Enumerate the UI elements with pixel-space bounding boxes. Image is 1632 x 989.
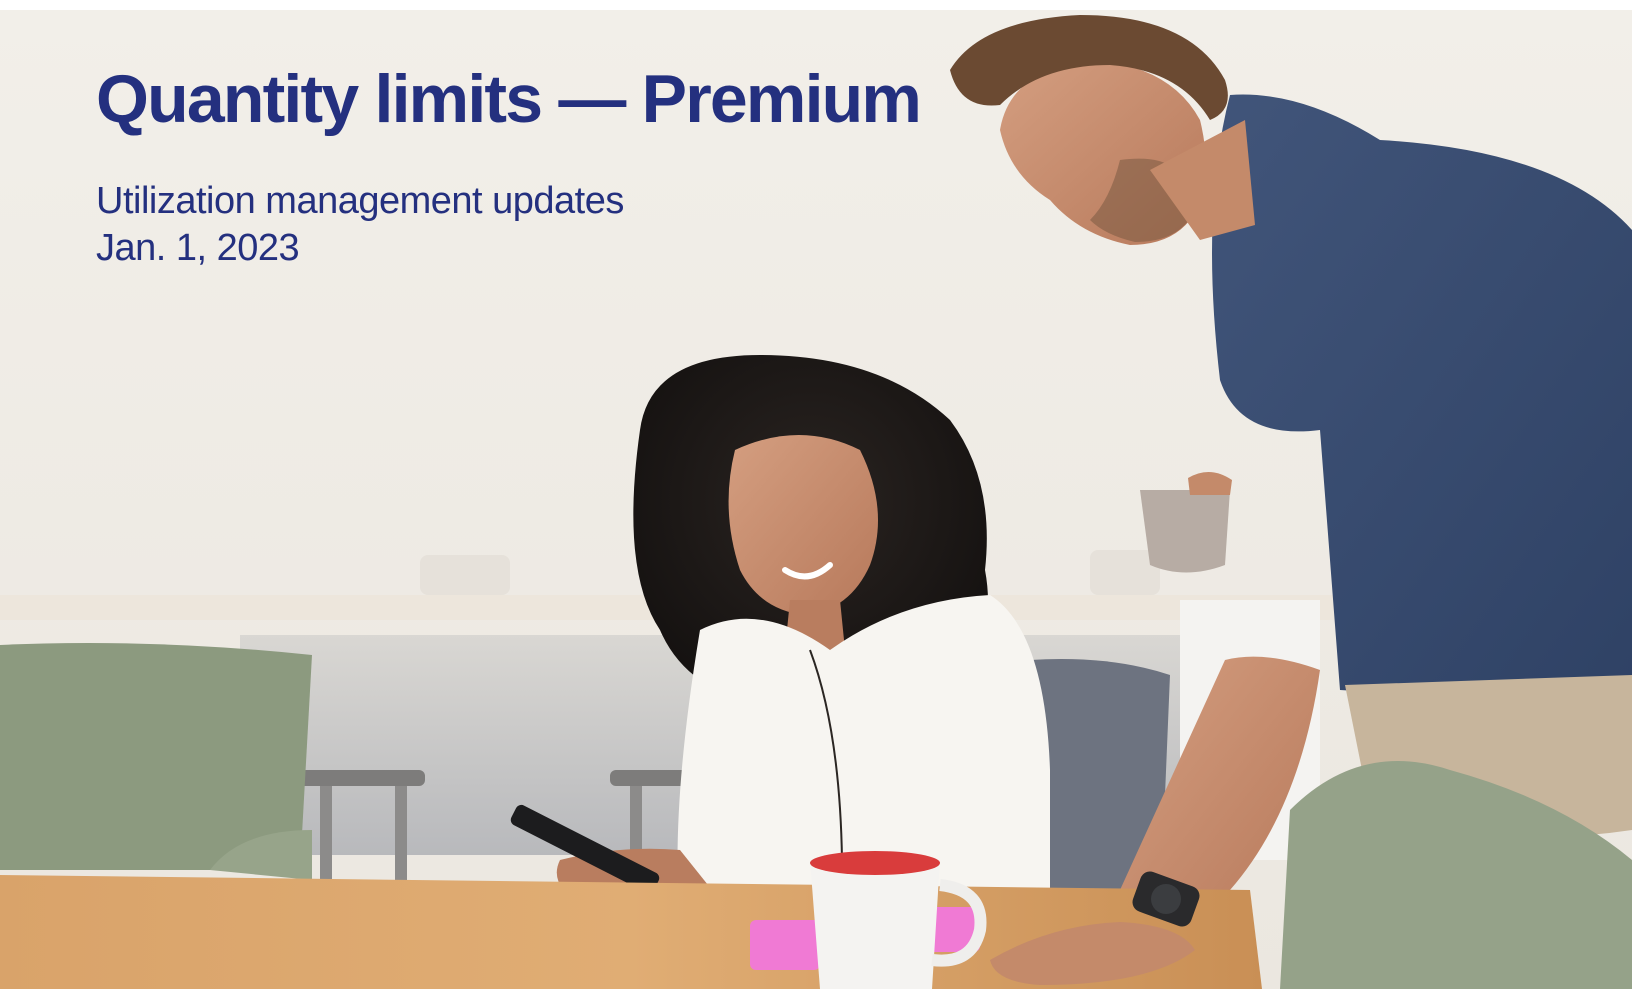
- hero-photo: [0, 10, 1632, 989]
- subtitle-block: Utilization management updates Jan. 1, 2…: [96, 178, 624, 272]
- effective-date: Jan. 1, 2023: [96, 227, 300, 270]
- page-title: Quantity limits — Premium: [96, 61, 922, 137]
- title-slide: Quantity limits — Premium Utilization ma…: [0, 10, 1632, 989]
- subtitle-text: Utilization management updates: [96, 180, 624, 222]
